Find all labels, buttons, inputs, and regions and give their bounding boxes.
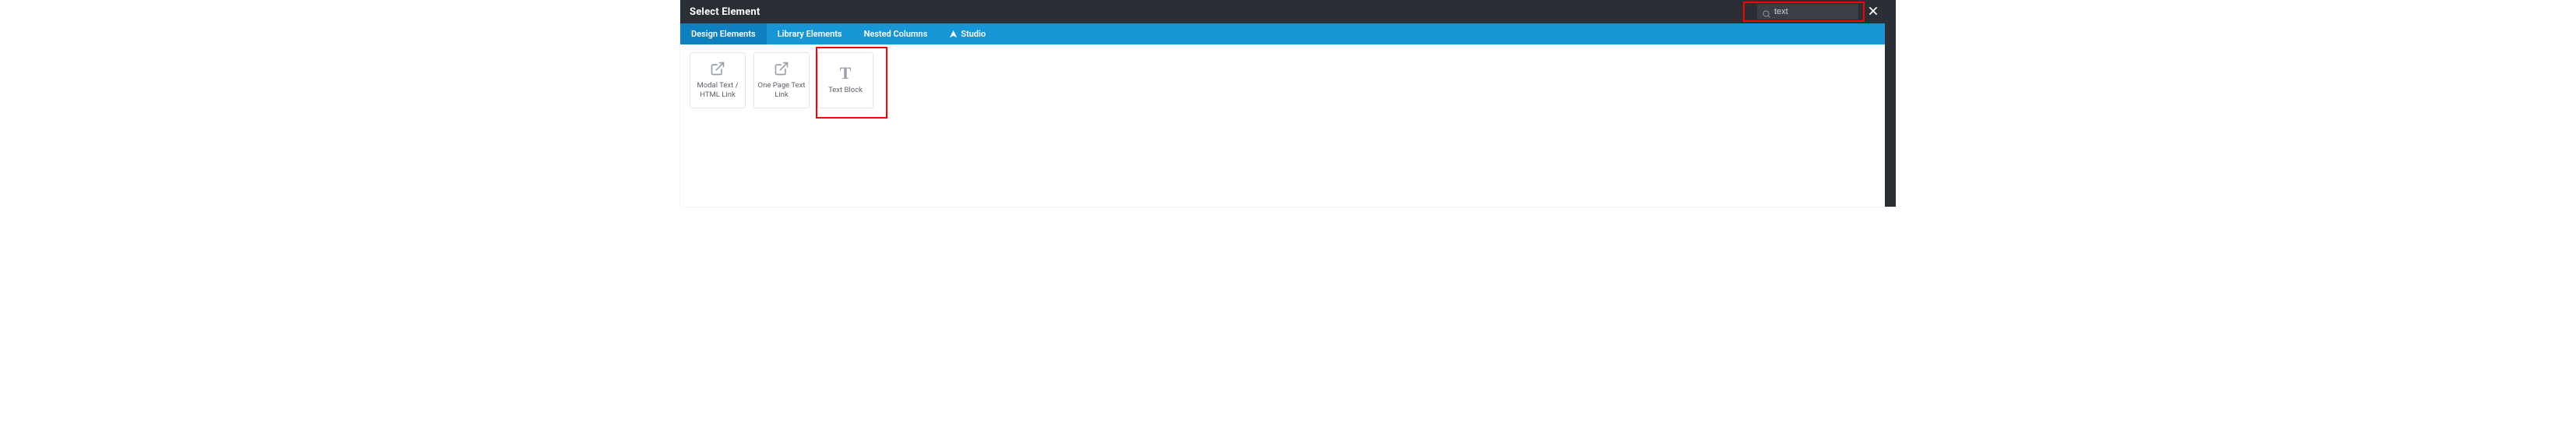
modal-header: Select Element: [680, 0, 1896, 23]
external-link-icon: [710, 61, 725, 76]
header-right-controls: [1757, 0, 1880, 23]
tab-label: Design Elements: [691, 29, 756, 39]
tab-library-elements[interactable]: Library Elements: [767, 23, 853, 44]
text-icon: T: [838, 66, 853, 81]
tab-label: Nested Columns: [864, 29, 928, 39]
tab-design-elements[interactable]: Design Elements: [680, 23, 767, 44]
modal-title: Select Element: [690, 6, 760, 18]
card-text-block[interactable]: T Text Block: [817, 52, 873, 108]
search-field-wrap[interactable]: [1757, 4, 1858, 19]
tab-label: Library Elements: [778, 29, 842, 39]
card-label: Modal Text / HTML Link: [693, 81, 742, 100]
close-icon: [1868, 5, 1879, 19]
card-label: Text Block: [828, 86, 863, 95]
vertical-scrollbar[interactable]: [1885, 0, 1896, 207]
close-button[interactable]: [1866, 5, 1880, 19]
external-link-icon: [774, 61, 789, 76]
search-icon: [1762, 7, 1771, 16]
tab-label: Studio: [961, 29, 986, 39]
tab-studio[interactable]: Studio: [938, 23, 997, 44]
tab-nested-columns[interactable]: Nested Columns: [853, 23, 939, 44]
card-label: One Page Text Link: [757, 81, 806, 100]
search-input[interactable]: [1774, 7, 1854, 16]
card-one-page-text-link[interactable]: One Page Text Link: [753, 52, 810, 108]
tab-bar: Design Elements Library Elements Nested …: [680, 23, 1896, 44]
studio-icon: [949, 30, 958, 38]
elements-grid: Modal Text / HTML Link One Page Text Lin…: [680, 44, 1896, 116]
card-modal-text-html-link[interactable]: Modal Text / HTML Link: [690, 52, 746, 108]
